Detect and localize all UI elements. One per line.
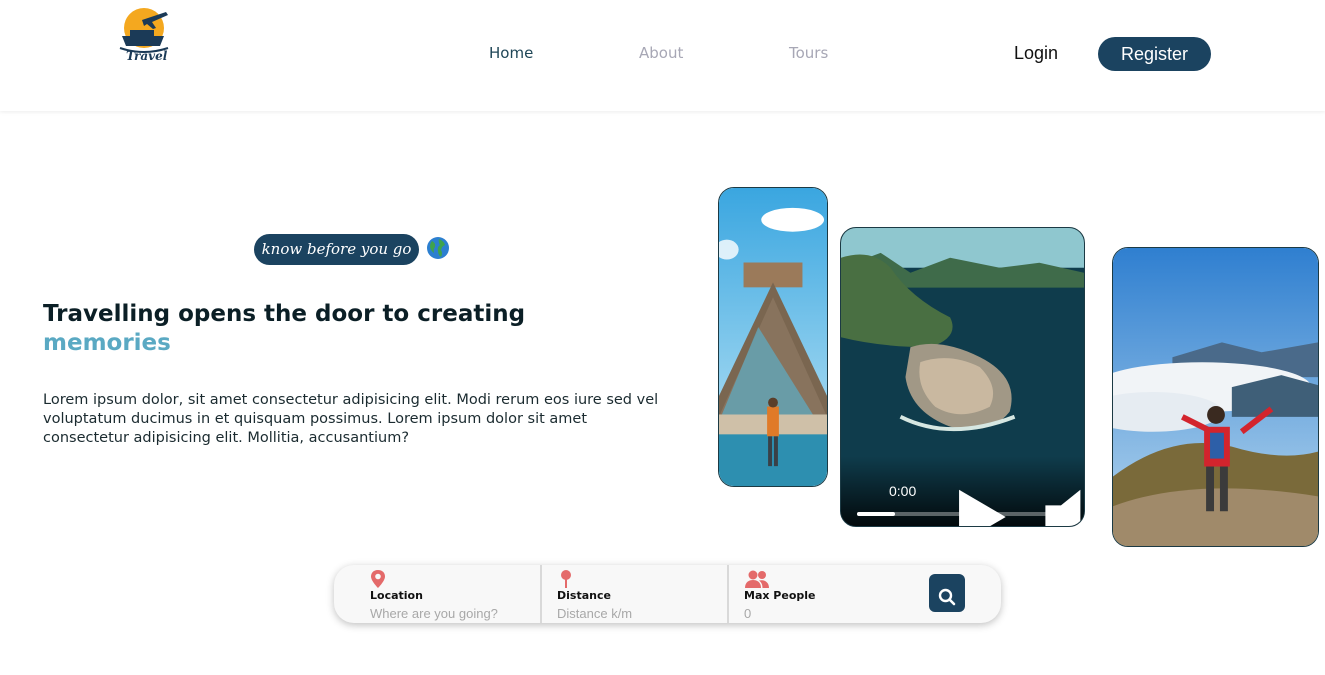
logo-text: Travel xyxy=(126,49,168,63)
hero-description: Lorem ipsum dolor, sit amet consectetur … xyxy=(43,392,659,446)
video-time: 0:00 xyxy=(889,483,917,499)
location-input[interactable] xyxy=(370,606,520,621)
louvre-photo xyxy=(718,187,828,487)
nav-tours[interactable]: Tours xyxy=(789,44,828,62)
nav-about[interactable]: About xyxy=(639,44,683,62)
video-progress-track[interactable] xyxy=(857,512,1069,516)
hero-title-accent: memories xyxy=(43,330,171,356)
register-button[interactable]: Register xyxy=(1098,37,1211,71)
site-header: Travel Home About Tours Login Register xyxy=(0,0,1325,111)
hero-title: Travelling opens the door to creating me… xyxy=(43,300,683,358)
location-field[interactable]: Location xyxy=(334,565,540,623)
mountain-hiker-photo xyxy=(1112,247,1319,547)
search-button[interactable] xyxy=(929,574,965,612)
video-progress-fill xyxy=(857,512,896,516)
distance-input[interactable] xyxy=(557,606,707,621)
max-people-field[interactable]: Max People xyxy=(727,565,927,623)
hero-title-main: Travelling opens the door to creating xyxy=(43,301,526,327)
people-icon xyxy=(745,570,769,588)
location-pin-icon xyxy=(371,570,385,588)
globe-icon xyxy=(427,237,449,259)
video-controls: 0:00 xyxy=(841,456,1084,526)
distance-label: Distance xyxy=(557,589,611,602)
more-vertical-icon[interactable] xyxy=(1053,482,1085,527)
aerial-fortress-video[interactable]: 0:00 xyxy=(840,227,1085,527)
distance-pin-icon xyxy=(561,570,571,588)
tagline-badge: know before you go xyxy=(254,234,419,265)
login-button[interactable]: Login xyxy=(1014,43,1058,64)
nav-home[interactable]: Home xyxy=(489,44,533,62)
max-people-input[interactable] xyxy=(744,606,894,621)
search-bar: Location Distance Max People xyxy=(334,565,1001,623)
distance-field[interactable]: Distance xyxy=(540,565,727,623)
search-icon xyxy=(938,588,956,605)
max-people-label: Max People xyxy=(744,589,816,602)
location-label: Location xyxy=(370,589,423,602)
